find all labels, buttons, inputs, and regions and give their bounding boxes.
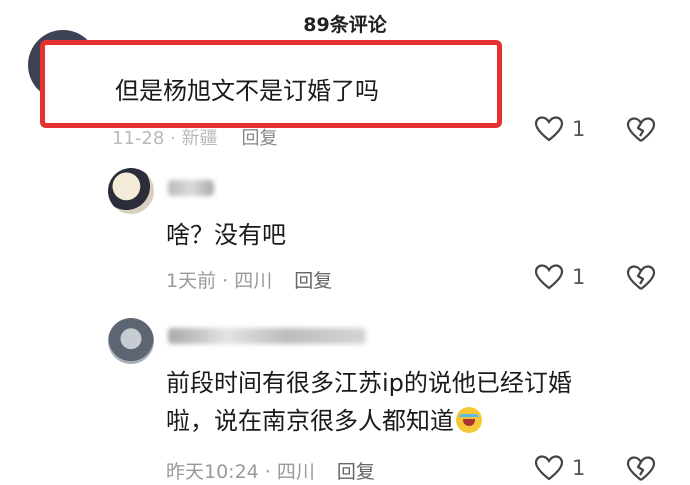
like-button[interactable]: 1 xyxy=(534,263,585,291)
blurred-username xyxy=(168,328,366,344)
comment-line: 前段时间有很多江苏ip的说他已经订婚 xyxy=(166,369,572,397)
broken-heart-icon[interactable] xyxy=(626,263,656,293)
blurred-username xyxy=(168,180,214,196)
comment-count-title: 89条评论 xyxy=(303,14,387,36)
like-count: 1 xyxy=(572,117,586,141)
comment-line-text: 啦，说在南京很多人都知道 xyxy=(166,407,454,435)
broken-heart-icon[interactable] xyxy=(626,115,656,145)
comment-line: 啦，说在南京很多人都知道 xyxy=(166,402,646,440)
comment-time-location: 11-28 · 新疆 xyxy=(112,128,218,149)
highlight-box: 但是杨旭文不是订婚了吗 xyxy=(40,40,502,128)
crying-laughing-emoji-icon xyxy=(456,407,482,433)
avatar[interactable] xyxy=(108,318,154,364)
like-count: 1 xyxy=(572,265,586,289)
comment-meta: 昨天10:24 · 四川 回复 xyxy=(166,457,375,484)
reply-button[interactable]: 回复 xyxy=(241,128,277,149)
comment-time-location: 昨天10:24 · 四川 xyxy=(166,461,315,483)
like-button[interactable]: 1 xyxy=(534,454,585,482)
reply-button[interactable]: 回复 xyxy=(337,461,375,483)
heart-icon xyxy=(534,455,564,481)
broken-heart-icon[interactable] xyxy=(626,454,656,484)
like-count: 1 xyxy=(572,456,586,480)
heart-icon xyxy=(534,264,564,290)
avatar[interactable] xyxy=(108,168,154,214)
like-button[interactable]: 1 xyxy=(534,115,585,143)
comment-text: 但是杨旭文不是订婚了吗 xyxy=(115,77,379,105)
heart-icon xyxy=(534,116,564,142)
reply-button[interactable]: 回复 xyxy=(294,270,332,292)
comment-time-location: 1天前 · 四川 xyxy=(166,270,273,292)
comment-text: 前段时间有很多江苏ip的说他已经订婚 啦，说在南京很多人都知道 xyxy=(166,364,646,440)
comment-text: 啥？没有吧 xyxy=(166,221,286,249)
comment-meta: 1天前 · 四川 回复 xyxy=(166,266,332,293)
